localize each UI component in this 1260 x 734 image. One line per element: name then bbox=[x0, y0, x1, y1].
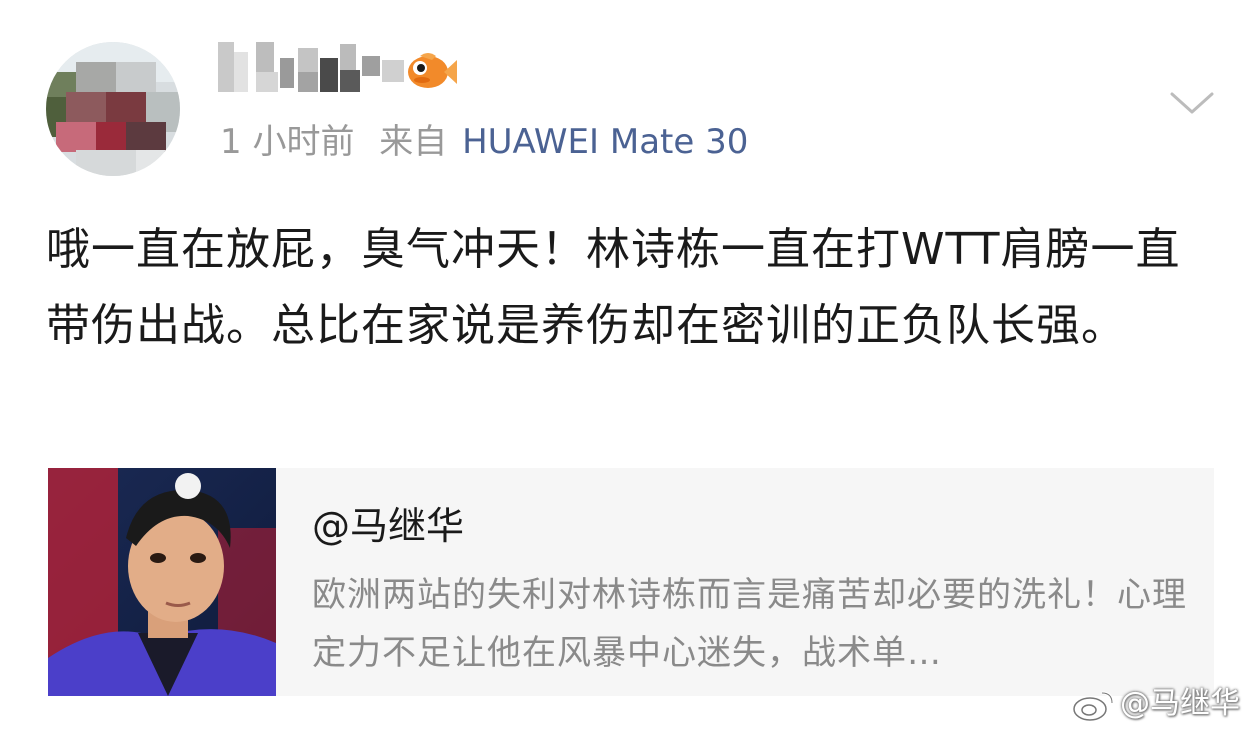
quoted-post-author[interactable]: @马继华 bbox=[312, 500, 464, 552]
quoted-post-thumbnail bbox=[48, 468, 276, 696]
post-device-link[interactable]: HUAWEI Mate 30 bbox=[462, 122, 748, 162]
fish-badge-icon bbox=[404, 48, 458, 94]
post-meta: 1 小时前 来自 HUAWEI Mate 30 bbox=[220, 118, 748, 166]
avatar[interactable] bbox=[46, 42, 180, 176]
weibo-watermark: @马继华 bbox=[1072, 682, 1240, 726]
watermark-text: @马继华 bbox=[1120, 686, 1240, 721]
username-pixelation bbox=[218, 42, 404, 92]
table-tennis-player-image bbox=[48, 468, 276, 696]
post-body: 哦一直在放屁，臭气冲天！林诗栋一直在打WTT肩膀一直带伤出战。总比在家说是养伤却… bbox=[46, 224, 1181, 351]
post-source-label: 来自 bbox=[379, 122, 448, 162]
weibo-post: 1 小时前 来自 HUAWEI Mate 30 哦一直在放屁，臭气冲天！林诗栋一… bbox=[0, 0, 1260, 734]
post-time: 1 小时前 bbox=[220, 122, 355, 162]
avatar-image bbox=[46, 42, 180, 176]
weibo-logo-icon bbox=[1073, 691, 1114, 721]
quoted-post-text: 欧洲两站的失利对林诗栋而言是痛苦却必要的洗礼！心理定力不足让他在风暴中心迷失，战… bbox=[312, 575, 1187, 673]
quoted-post-card[interactable]: @马继华 欧洲两站的失利对林诗栋而言是痛苦却必要的洗礼！心理定力不足让他在风暴中… bbox=[48, 468, 1214, 696]
username-redacted[interactable] bbox=[218, 38, 408, 98]
chevron-down-icon[interactable] bbox=[1168, 88, 1216, 118]
